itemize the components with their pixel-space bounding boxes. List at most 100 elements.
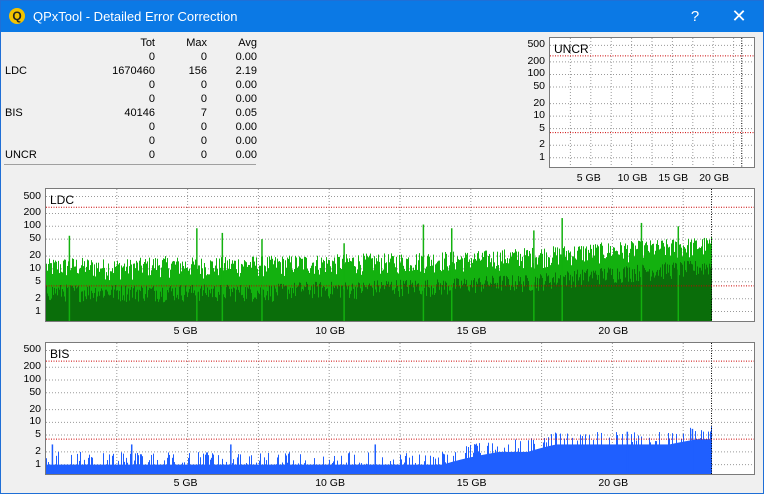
y-tick-label: 100 (23, 373, 41, 385)
data-bar (91, 457, 92, 474)
spike-bar (343, 243, 345, 321)
data-bar (387, 464, 388, 474)
data-bar (372, 464, 373, 474)
data-bar (559, 444, 560, 474)
data-bar (234, 464, 235, 474)
data-bar (596, 444, 597, 474)
data-bar (138, 301, 139, 321)
data-bar (395, 464, 396, 474)
stats-row-max: 0 (200, 121, 207, 133)
data-bar (616, 282, 617, 321)
data-bar (436, 284, 437, 321)
data-bar (424, 461, 425, 474)
data-bar (323, 456, 324, 474)
data-bar (648, 271, 649, 321)
data-bar (612, 444, 613, 474)
data-bar (171, 291, 172, 321)
data-bar (586, 270, 587, 321)
data-bar (667, 444, 668, 474)
data-bar (689, 440, 690, 474)
data-bar (565, 275, 566, 321)
data-bar (699, 439, 700, 474)
data-bar (356, 299, 357, 321)
data-bar (56, 455, 57, 474)
data-bar (695, 431, 696, 474)
title-bar[interactable]: Q QPxTool - Detailed Error Correction ? … (1, 1, 763, 32)
data-bar (264, 457, 265, 474)
data-bar (302, 464, 303, 474)
data-bar (300, 454, 301, 474)
data-bar (317, 464, 318, 474)
data-bar (336, 464, 337, 474)
data-bar (555, 432, 556, 474)
data-bar (293, 460, 294, 474)
data-bar (290, 464, 291, 474)
data-bar (691, 263, 692, 321)
data-bar (491, 284, 492, 321)
bis-plot-svg (46, 343, 754, 474)
data-bar (182, 462, 183, 474)
data-bar (535, 449, 536, 474)
data-bar (617, 268, 618, 321)
data-bar (517, 285, 518, 321)
data-bar (468, 447, 469, 474)
stats-header-row: Tot Max Avg (4, 37, 259, 51)
data-bar (683, 276, 684, 321)
data-bar (212, 453, 213, 474)
data-bar (455, 288, 456, 321)
data-bar (485, 454, 486, 474)
data-bar (142, 456, 143, 474)
data-bar (365, 464, 366, 474)
data-bar (582, 436, 583, 474)
data-bar (200, 288, 201, 321)
data-bar (265, 464, 266, 474)
data-bar (370, 285, 371, 321)
data-bar (615, 444, 616, 474)
data-bar (157, 459, 158, 474)
data-bar (426, 464, 427, 474)
data-bar (464, 278, 465, 321)
data-bar (134, 285, 135, 321)
data-bar (323, 286, 324, 321)
data-bar (647, 444, 648, 474)
data-bar (652, 270, 653, 321)
data-bar (274, 285, 275, 321)
data-bar (259, 460, 260, 474)
data-bar (383, 285, 384, 321)
data-bar (502, 280, 503, 321)
data-bar (553, 445, 554, 474)
data-bar (137, 289, 138, 321)
help-button[interactable]: ? (673, 1, 717, 32)
data-bar (570, 274, 571, 321)
data-bar (373, 464, 374, 474)
data-bar (172, 288, 173, 321)
close-button[interactable]: ✕ (717, 1, 761, 32)
data-bar (333, 461, 334, 474)
data-bar (635, 444, 636, 474)
data-bar (228, 464, 229, 474)
data-bar (307, 283, 308, 321)
data-bar (379, 464, 380, 474)
data-bar (435, 293, 436, 321)
data-bar (77, 453, 78, 474)
data-bar (175, 464, 176, 474)
data-bar (236, 289, 237, 321)
data-bar (492, 443, 493, 474)
data-bar (140, 291, 141, 321)
data-bar (251, 292, 252, 321)
data-bar (58, 451, 59, 474)
stats-row-max: 156 (188, 65, 207, 77)
data-bar (60, 284, 61, 321)
data-bar (143, 464, 144, 474)
data-bar (425, 280, 426, 321)
data-bar (419, 290, 420, 321)
data-bar (288, 289, 289, 321)
data-bar (285, 453, 286, 474)
data-bar (705, 269, 706, 321)
data-bar (355, 464, 356, 474)
data-bar (343, 464, 344, 474)
data-bar (697, 439, 698, 474)
data-bar (599, 284, 600, 321)
data-bar (337, 460, 338, 474)
data-bar (169, 287, 170, 321)
